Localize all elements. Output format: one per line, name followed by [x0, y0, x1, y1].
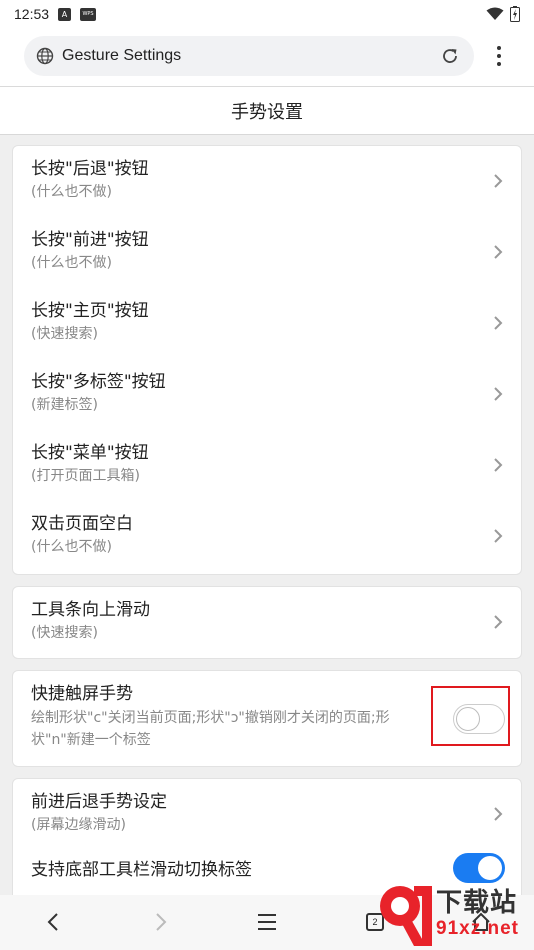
chevron-left-icon	[47, 913, 58, 931]
setting-subtitle: (快速搜索)	[31, 326, 98, 342]
battery-icon	[510, 6, 520, 22]
setting-double-tap-blank[interactable]: 双击页面空白 (什么也不做)	[13, 501, 521, 572]
status-bar: 12:53 A WPS	[0, 0, 534, 28]
globe-icon	[36, 47, 54, 65]
watermark-logo	[380, 886, 432, 946]
watermark-line1: 下载站	[436, 888, 518, 918]
setting-title: 长按"前进"按钮	[31, 230, 149, 250]
setting-long-press-home[interactable]: 长按"主页"按钮 (快速搜索)	[13, 288, 521, 359]
watermark-line2: 91xz.net	[436, 918, 519, 939]
page-title: 手势设置	[231, 101, 303, 123]
chevron-right-icon	[494, 807, 503, 821]
chevron-right-icon	[494, 245, 503, 259]
highlight-box	[431, 686, 510, 746]
status-right	[486, 6, 520, 22]
status-time: 12:53	[14, 6, 50, 22]
setting-title: 长按"多标签"按钮	[31, 372, 166, 392]
notification-a-icon: A	[58, 7, 72, 21]
setting-subtitle: (什么也不做)	[31, 539, 112, 555]
chevron-right-icon	[494, 174, 503, 188]
long-press-group: 长按"后退"按钮 (什么也不做) 长按"前进"按钮 (什么也不做) 长按"主页"…	[12, 145, 522, 575]
watermark: 下载站 91xz.net	[370, 880, 534, 950]
menu-icon	[258, 914, 276, 930]
more-vert-icon[interactable]	[490, 44, 508, 68]
back-button[interactable]	[38, 907, 68, 937]
setting-subtitle: (新建标签)	[31, 397, 98, 413]
setting-toolbar-swipe-up[interactable]: 工具条向上滑动 (快速搜索)	[13, 587, 521, 658]
chevron-right-icon	[494, 458, 503, 472]
setting-title: 前进后退手势设定	[31, 792, 167, 812]
address-text: Gesture Settings	[62, 47, 182, 64]
chevron-right-icon	[494, 387, 503, 401]
forward-button[interactable]	[146, 907, 176, 937]
toggle-knob	[478, 856, 502, 880]
setting-subtitle: (屏幕边缘滑动)	[31, 817, 126, 833]
setting-description: 绘制形状"c"关闭当前页面;形状"ɔ"撤销刚才关闭的页面;形状"n"新建一个标签	[31, 710, 390, 748]
menu-button[interactable]	[252, 907, 282, 937]
setting-title: 工具条向上滑动	[31, 600, 150, 620]
setting-back-forward-gesture[interactable]: 前进后退手势设定 (屏幕边缘滑动)	[13, 779, 521, 850]
setting-subtitle: (什么也不做)	[31, 255, 112, 271]
setting-long-press-menu[interactable]: 长按"菜单"按钮 (打开页面工具箱)	[13, 430, 521, 501]
setting-title: 长按"后退"按钮	[31, 159, 149, 179]
setting-long-press-tabs[interactable]: 长按"多标签"按钮 (新建标签)	[13, 359, 521, 430]
setting-title: 双击页面空白	[31, 514, 133, 534]
setting-subtitle: (快速搜索)	[31, 625, 98, 641]
chevron-right-icon	[156, 913, 167, 931]
reload-icon[interactable]	[440, 46, 460, 66]
setting-subtitle: (打开页面工具箱)	[31, 468, 140, 484]
toolbar-swipe-group: 工具条向上滑动 (快速搜索)	[12, 586, 522, 659]
setting-long-press-back[interactable]: 长按"后退"按钮 (什么也不做)	[13, 146, 521, 217]
chevron-right-icon	[494, 529, 503, 543]
notification-wps-icon: WPS	[80, 7, 97, 21]
page-header: 手势设置	[0, 86, 534, 135]
setting-title: 长按"菜单"按钮	[31, 443, 149, 463]
setting-long-press-forward[interactable]: 长按"前进"按钮 (什么也不做)	[13, 217, 521, 288]
chevron-right-icon	[494, 316, 503, 330]
setting-subtitle: (什么也不做)	[31, 184, 112, 200]
chevron-right-icon	[494, 615, 503, 629]
setting-title: 长按"主页"按钮	[31, 301, 149, 321]
browser-toolbar: Gesture Settings	[0, 28, 534, 86]
address-bar[interactable]: Gesture Settings	[24, 36, 474, 76]
wifi-icon	[486, 7, 504, 20]
bottom-toolbar-swipe-toggle[interactable]	[453, 853, 505, 883]
setting-title: 支持底部工具栏滑动切换标签	[31, 860, 252, 880]
